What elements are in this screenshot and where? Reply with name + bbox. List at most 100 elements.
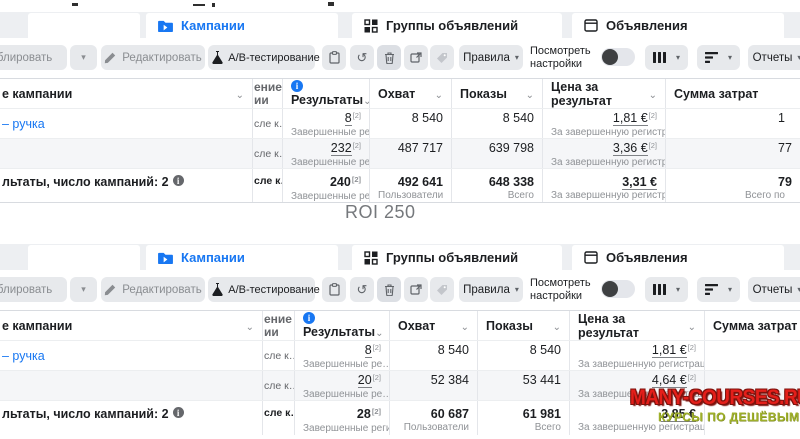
- results-cell: 8[2]Завершенные ре…: [295, 341, 390, 370]
- sort-caret-icon[interactable]: [246, 319, 254, 333]
- tab-campaigns[interactable]: Кампании: [146, 13, 338, 38]
- duplicate-caret-button[interactable]: [70, 277, 97, 302]
- clipboard-button[interactable]: [322, 45, 346, 70]
- header-impressions[interactable]: Показы: [478, 311, 570, 340]
- ab-test-label: A/B-тестирование: [228, 52, 320, 64]
- tab-ads[interactable]: Объявления: [572, 13, 784, 38]
- sort-caret-icon[interactable]: [688, 319, 696, 333]
- clipboard-button[interactable]: [322, 277, 346, 302]
- reach-total: 60 687: [398, 407, 469, 422]
- info-icon[interactable]: [173, 407, 184, 418]
- results-label: Завершенные ре…: [291, 127, 361, 138]
- edit-button[interactable]: Редактировать: [101, 277, 205, 302]
- tab-ad-groups[interactable]: Группы объявлений: [352, 13, 562, 38]
- reports-button[interactable]: Отчеты: [748, 277, 800, 302]
- header-results-label: Результаты: [303, 325, 375, 339]
- cost-label: За завершенную регистрацию: [551, 190, 657, 202]
- header-amount-spent[interactable]: Сумма затрат: [666, 79, 800, 108]
- tag-button[interactable]: [430, 277, 454, 302]
- edit-button[interactable]: Редактировать: [101, 45, 205, 70]
- undo-button[interactable]: [350, 45, 374, 70]
- sort-caret-icon[interactable]: [461, 319, 469, 333]
- spent-cell: [705, 371, 800, 400]
- cost-value: 1,81 €: [652, 343, 687, 358]
- header-impressions[interactable]: Показы: [452, 79, 543, 108]
- tab-campaigns[interactable]: Кампании: [146, 245, 338, 270]
- footnote-ref: [2]: [352, 175, 361, 184]
- sort-caret-icon[interactable]: [553, 319, 561, 333]
- tab-stub[interactable]: [28, 245, 140, 270]
- reports-label: Отчеты: [753, 52, 793, 64]
- header-cost-per-result[interactable]: Цена за результат: [570, 311, 705, 340]
- breakdown-button[interactable]: [697, 277, 740, 302]
- rules-label: Правила: [463, 52, 510, 64]
- export-button[interactable]: [404, 277, 428, 302]
- reach-label: Пользователи: [378, 190, 443, 202]
- tag-icon: [436, 284, 448, 296]
- duplicate-caret-button[interactable]: [70, 45, 97, 70]
- tab-campaigns-label: Кампании: [181, 18, 245, 33]
- campaign-name-cell: [0, 371, 263, 400]
- sort-caret-icon[interactable]: [363, 93, 370, 107]
- sort-caret-icon[interactable]: [236, 87, 244, 101]
- info-icon[interactable]: [291, 80, 303, 92]
- campaign-name-link[interactable]: – ручка: [2, 117, 45, 131]
- table-row: – ручка сле к… 8[2]Завершенные ре… 8 540…: [0, 109, 800, 139]
- rules-button[interactable]: Правила: [459, 45, 523, 70]
- header-campaign-name[interactable]: е кампании: [0, 79, 253, 108]
- ads-manager-panel-bottom: Кампании Группы объявлений Объявления Ду…: [0, 244, 800, 435]
- results-label: Завершенные ре…: [303, 389, 381, 400]
- tab-stub[interactable]: [28, 13, 140, 38]
- header-attribution[interactable]: ениеии: [253, 79, 283, 108]
- rules-button[interactable]: Правила: [459, 277, 523, 302]
- results-total: 28: [357, 407, 371, 421]
- attribution-cell: сле к…: [263, 341, 295, 370]
- impressions-value: 53 441: [486, 373, 561, 388]
- results-value: 20: [358, 373, 372, 388]
- header-campaign-name[interactable]: е кампании: [0, 311, 263, 340]
- ab-test-button[interactable]: A/B-тестирование: [217, 45, 315, 70]
- delete-button[interactable]: [377, 45, 401, 70]
- campaign-name-link[interactable]: – ручка: [2, 349, 45, 363]
- header-amount-spent[interactable]: Сумма затрат: [705, 311, 800, 340]
- chart-toggle[interactable]: [601, 280, 635, 298]
- header-reach[interactable]: Охват: [390, 311, 478, 340]
- sort-caret-icon[interactable]: [375, 325, 383, 339]
- header-results[interactable]: Результаты: [295, 311, 390, 340]
- sort-caret-icon[interactable]: [649, 87, 657, 101]
- duplicate-button[interactable]: Дублировать: [0, 45, 67, 70]
- summary-name-label: льтаты, число кампаний: 2: [2, 407, 169, 421]
- export-button[interactable]: [404, 45, 428, 70]
- tab-ads[interactable]: Объявления: [572, 245, 784, 270]
- info-icon[interactable]: [303, 312, 315, 324]
- columns-button[interactable]: [645, 277, 688, 302]
- export-icon: [410, 52, 422, 63]
- breakdown-button[interactable]: [697, 45, 740, 70]
- table-summary-row: льтаты, число кампаний: 2 сле к… 240[2]З…: [0, 169, 800, 203]
- edit-label: Редактировать: [122, 284, 201, 296]
- tab-ad-groups[interactable]: Группы объявлений: [352, 245, 562, 270]
- reach-value: 8 540: [398, 343, 469, 358]
- header-attribution[interactable]: ениеии: [263, 311, 295, 340]
- reports-button[interactable]: Отчеты: [748, 45, 800, 70]
- view-settings-link[interactable]: Посмотреть настройки: [530, 277, 591, 303]
- header-cost-per-result[interactable]: Цена за результат: [543, 79, 666, 108]
- tab-ads-label: Объявления: [606, 18, 688, 33]
- spent-total-cell: 79Всего по: [666, 169, 800, 202]
- delete-button[interactable]: [377, 277, 401, 302]
- duplicate-button[interactable]: Дублировать: [0, 277, 67, 302]
- tag-button[interactable]: [430, 45, 454, 70]
- sort-caret-icon[interactable]: [435, 87, 443, 101]
- header-results[interactable]: Результаты: [283, 79, 370, 108]
- impressions-cell: 53 441: [478, 371, 570, 400]
- sort-caret-icon[interactable]: [526, 87, 534, 101]
- columns-button[interactable]: [645, 45, 688, 70]
- undo-button[interactable]: [350, 277, 374, 302]
- view-settings-link[interactable]: Посмотреть настройки: [530, 45, 591, 71]
- chart-toggle[interactable]: [601, 48, 635, 66]
- header-reach[interactable]: Охват: [370, 79, 452, 108]
- ab-test-button[interactable]: A/B-тестирование: [217, 277, 315, 302]
- cost-total-cell: 3,31 €За завершенную регистрацию: [543, 169, 666, 202]
- spent-value: 1: [778, 111, 800, 126]
- info-icon[interactable]: [173, 175, 184, 186]
